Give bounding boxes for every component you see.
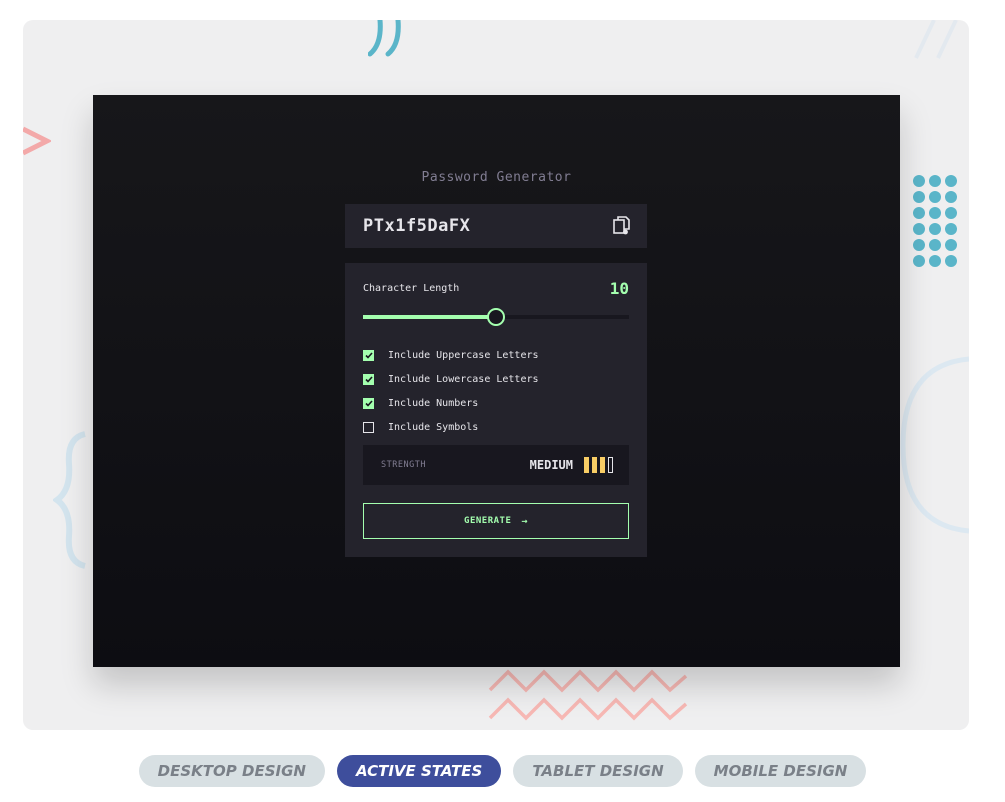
option-lowercase[interactable]: Include Lowercase Letters <box>363 367 539 391</box>
strength-bars <box>581 457 613 473</box>
tab-active-states[interactable]: ACTIVE STATES <box>336 755 502 787</box>
strength-bar <box>592 457 597 473</box>
slider-fill <box>363 315 496 319</box>
slider-thumb[interactable] <box>487 308 505 326</box>
uppercase-checkbox[interactable] <box>363 349 374 361</box>
decorative-zigzag <box>488 669 688 721</box>
option-numbers[interactable]: Include Numbers <box>363 391 539 415</box>
tab-desktop-design[interactable]: DESKTOP DESIGN <box>138 755 325 787</box>
copy-icon[interactable] <box>613 216 631 236</box>
strength-bar <box>608 457 613 473</box>
length-row: Character Length 10 <box>363 279 629 298</box>
options-list: Include Uppercase Letters Include Lowerc… <box>363 343 539 439</box>
strength-meter: STRENGTH MEDIUM <box>363 445 629 485</box>
app-title: Password Generator <box>421 170 572 185</box>
preview-frame: Password Generator PTx1f5DaFX Character … <box>23 20 969 730</box>
decorative-dot-grid <box>913 175 957 267</box>
option-label: Include Uppercase Letters <box>388 349 539 361</box>
arrow-right-icon: → <box>521 515 528 527</box>
option-uppercase[interactable]: Include Uppercase Letters <box>363 343 539 367</box>
generate-button[interactable]: GENERATE → <box>363 503 629 539</box>
option-label: Include Lowercase Letters <box>388 373 539 385</box>
password-text: PTx1f5DaFX <box>363 216 471 236</box>
password-output: PTx1f5DaFX <box>345 204 647 248</box>
decorative-arc <box>900 356 969 534</box>
generate-label: GENERATE <box>464 516 512 526</box>
strength-indicator: MEDIUM <box>530 457 613 473</box>
tab-tablet-design[interactable]: TABLET DESIGN <box>513 755 683 787</box>
strength-bar <box>584 457 589 473</box>
option-symbols[interactable]: Include Symbols <box>363 415 539 439</box>
strength-bar <box>600 457 605 473</box>
tab-mobile-design[interactable]: MOBILE DESIGN <box>694 755 867 787</box>
app-screen: Password Generator PTx1f5DaFX Character … <box>93 95 900 667</box>
lowercase-checkbox[interactable] <box>363 373 374 385</box>
option-label: Include Symbols <box>388 421 479 433</box>
numbers-checkbox[interactable] <box>363 397 374 409</box>
decorative-chevron <box>23 126 51 156</box>
symbols-checkbox[interactable] <box>363 421 374 433</box>
decorative-squiggle <box>368 20 401 57</box>
decorative-lines <box>914 20 958 59</box>
length-slider[interactable] <box>363 308 629 326</box>
design-tabs: DESKTOP DESIGN ACTIVE STATES TABLET DESI… <box>0 755 1005 787</box>
option-label: Include Numbers <box>388 397 479 409</box>
length-label: Character Length <box>363 283 460 294</box>
decorative-brace <box>53 431 86 569</box>
settings-panel: Character Length 10 Include Uppercase Le… <box>345 263 647 557</box>
strength-value: MEDIUM <box>529 458 573 472</box>
strength-label: STRENGTH <box>381 460 426 470</box>
length-value: 10 <box>609 279 629 298</box>
